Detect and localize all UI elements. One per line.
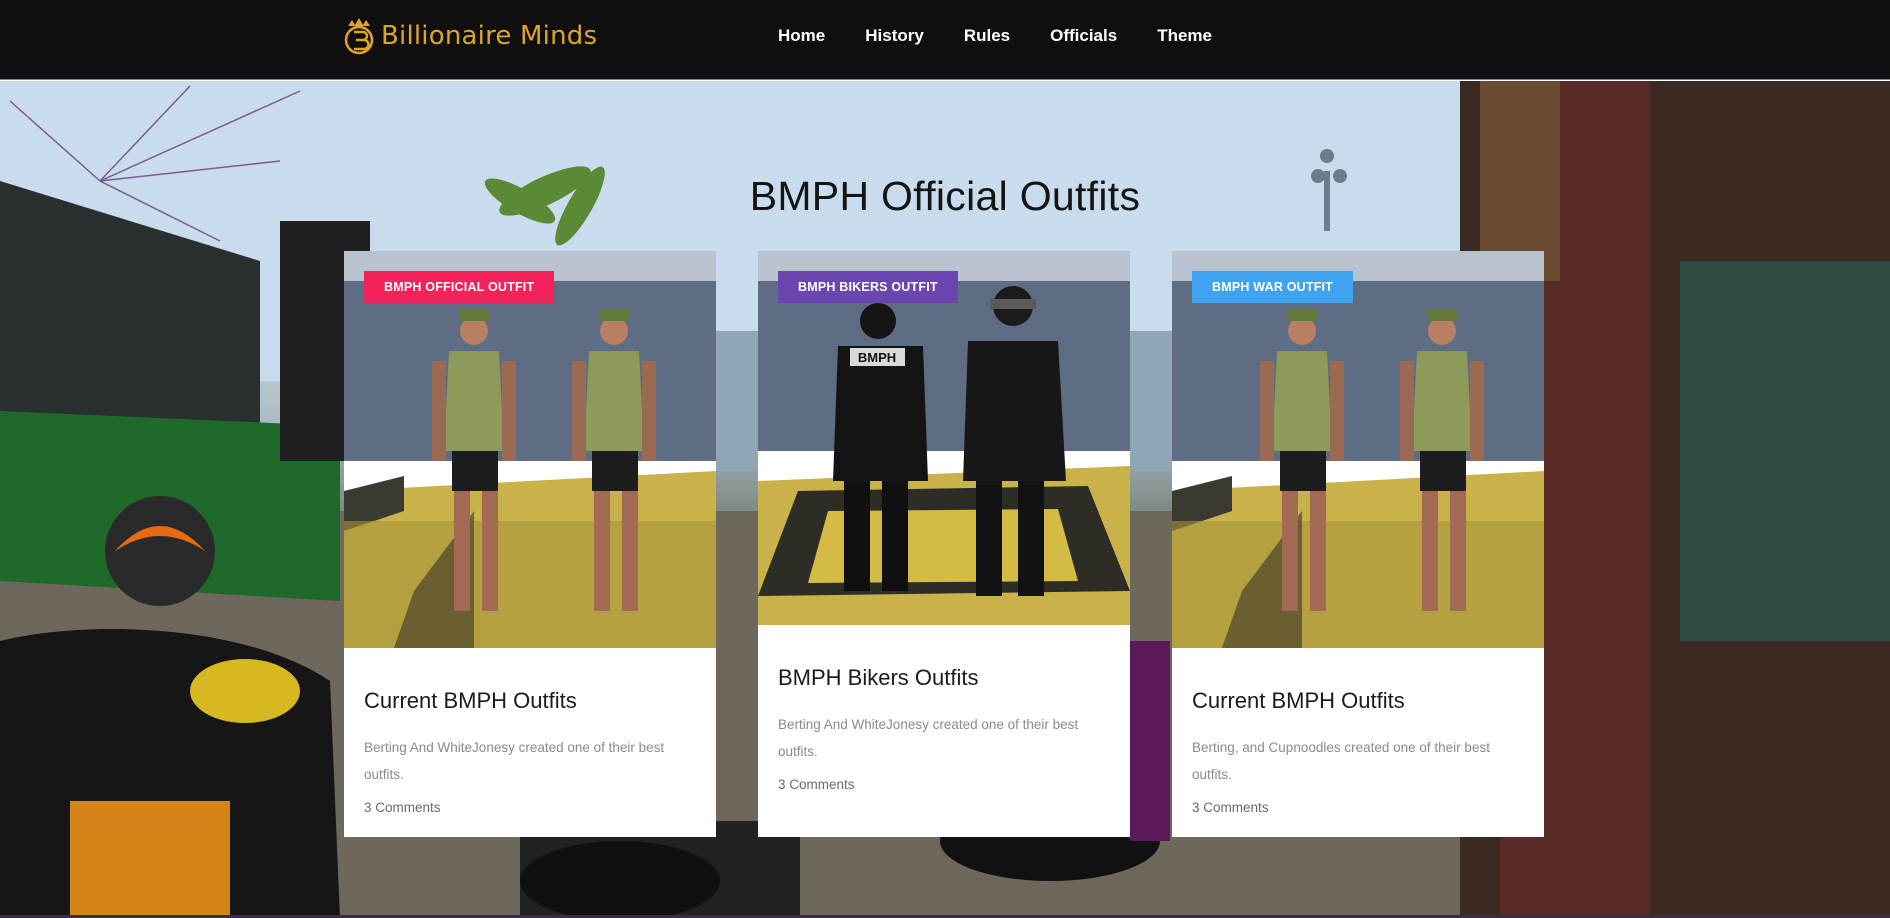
comments-link[interactable]: 3 Comments: [1192, 800, 1269, 815]
outfit-photo: BMPH: [758, 251, 1130, 625]
outfit-photo: [344, 251, 716, 648]
category-badge[interactable]: BMPH WAR OUTFIT: [1192, 271, 1354, 303]
card-title[interactable]: Current BMPH Outfits: [1192, 688, 1524, 714]
card-excerpt: Berting And WhiteJonesy created one of t…: [778, 717, 1079, 759]
jacket-text: BMPH: [858, 350, 896, 365]
card-excerpt: Berting And WhiteJonesy created one of t…: [364, 740, 665, 782]
nav-officials[interactable]: Officials: [1050, 26, 1117, 46]
section-title: BMPH Official Outfits: [749, 173, 1141, 219]
category-badge[interactable]: BMPH BIKERS OUTFIT: [778, 271, 958, 303]
brand-link[interactable]: Billionaire Minds: [343, 17, 597, 55]
crown-logo-icon: [344, 18, 374, 55]
card-image[interactable]: BMPH OFFICIAL OUTFIT: [344, 251, 716, 648]
outfit-card: BMPH BMPH BIKERS OUTFIT BMPH Bikers Outf…: [758, 251, 1130, 837]
card-body: Current BMPH Outfits Berting, and Cupnoo…: [1172, 688, 1544, 817]
brand-name: Billionaire Minds: [381, 21, 598, 51]
card-title[interactable]: Current BMPH Outfits: [364, 688, 696, 714]
card-title[interactable]: BMPH Bikers Outfits: [778, 665, 1110, 691]
nav-history[interactable]: History: [865, 26, 924, 46]
nav-rules[interactable]: Rules: [964, 26, 1010, 46]
card-excerpt: Berting, and Cupnoodles created one of t…: [1192, 740, 1490, 782]
card-image[interactable]: BMPH WAR OUTFIT: [1172, 251, 1544, 648]
outfit-photo: [1172, 251, 1544, 648]
outfit-card: BMPH OFFICIAL OUTFIT Current BMPH Outfit…: [344, 251, 716, 837]
outfit-card: BMPH WAR OUTFIT Current BMPH Outfits Ber…: [1172, 251, 1544, 837]
main-nav: Home History Rules Officials Theme: [778, 26, 1252, 46]
card-body: Current BMPH Outfits Berting And WhiteJo…: [344, 688, 716, 817]
card-body: BMPH Bikers Outfits Berting And WhiteJon…: [758, 665, 1130, 794]
comments-link[interactable]: 3 Comments: [364, 800, 441, 815]
card-image[interactable]: BMPH BMPH BIKERS OUTFIT: [758, 251, 1130, 625]
nav-theme[interactable]: Theme: [1157, 26, 1212, 46]
site-header: Billionaire Minds Home History Rules Off…: [0, 0, 1890, 80]
nav-home[interactable]: Home: [778, 26, 825, 46]
comments-link[interactable]: 3 Comments: [778, 777, 855, 792]
category-badge[interactable]: BMPH OFFICIAL OUTFIT: [364, 271, 555, 303]
